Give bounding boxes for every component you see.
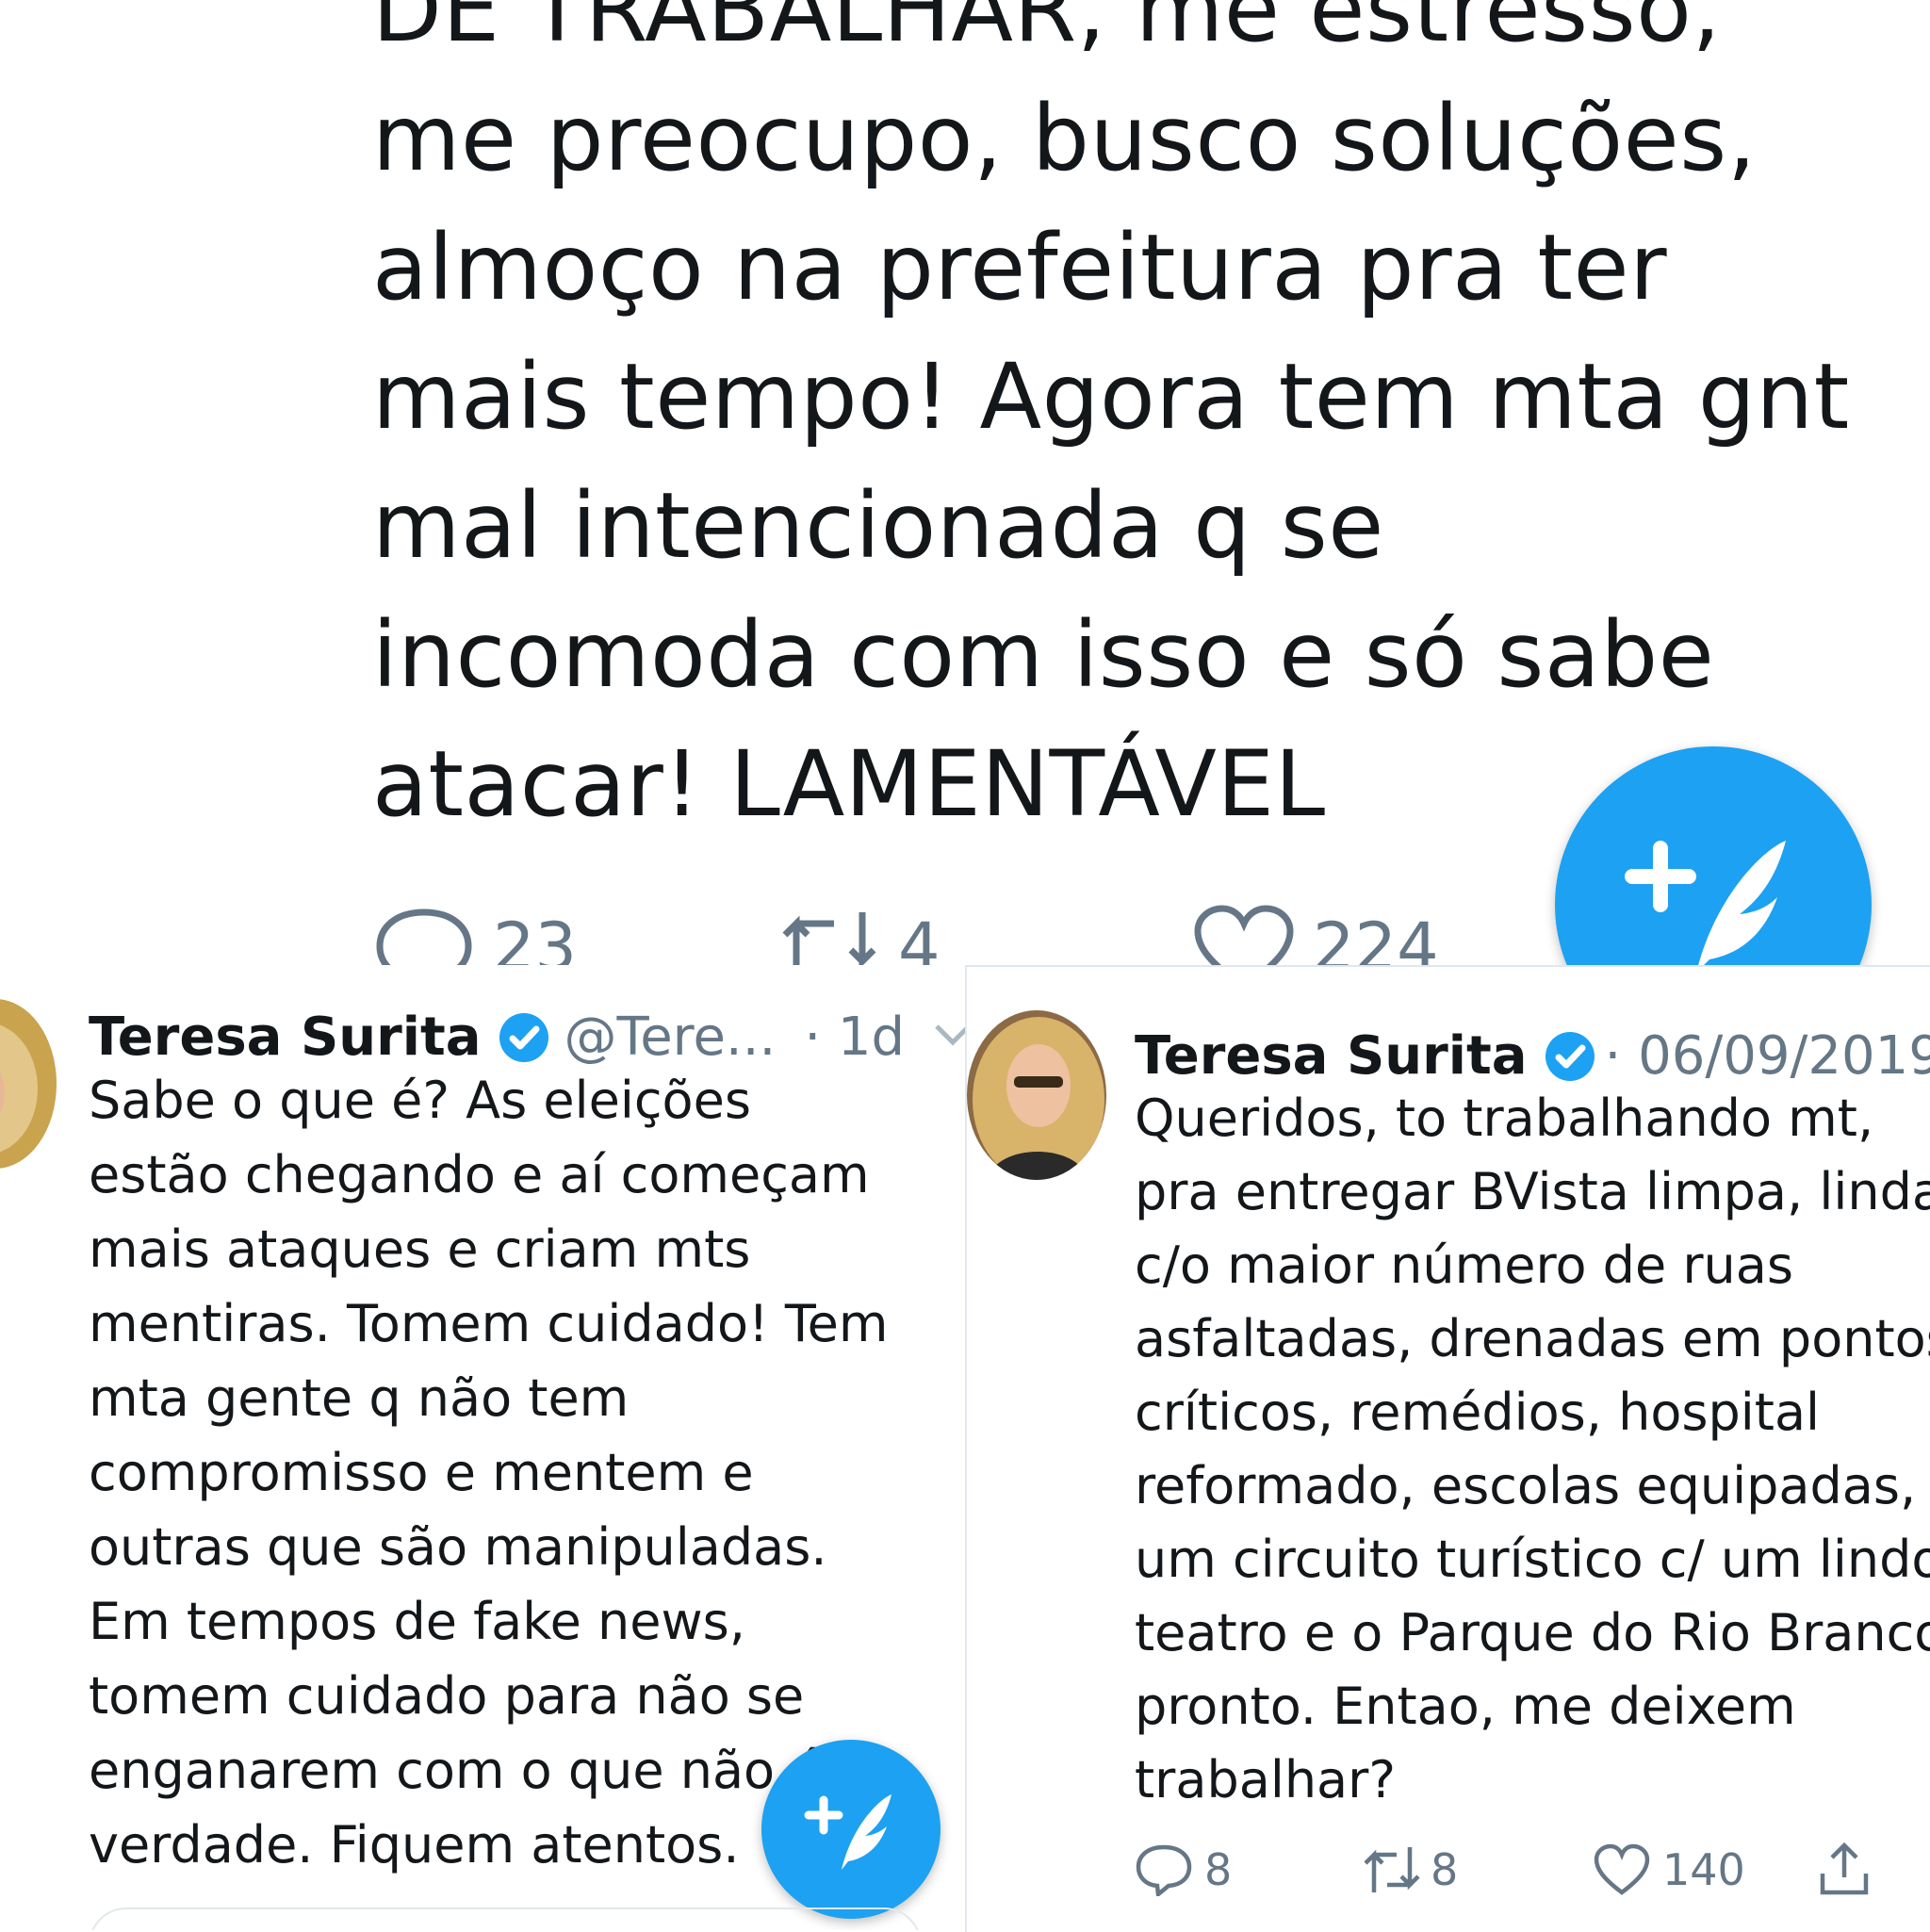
avatar[interactable] (967, 1010, 1106, 1180)
reply-icon (1136, 1844, 1192, 1896)
like-button[interactable]: 140 (1593, 1843, 1745, 1896)
author-handle[interactable]: @Tere... (564, 1007, 777, 1068)
compose-tweet-button[interactable] (1555, 746, 1872, 965)
tweet-date[interactable]: · 06/09/2019 (1605, 1025, 1930, 1087)
reply-button[interactable]: 23 (372, 905, 577, 965)
top-tweet-panel: DE TRABALHAR, me estresso, me preocupo, … (0, 0, 1930, 965)
avatar-image (967, 1010, 1106, 1180)
tweet-text: DE TRABALHAR, me estresso, me preocupo, … (372, 0, 1850, 837)
chevron-down-icon[interactable] (929, 1017, 965, 1055)
avatar[interactable] (0, 999, 57, 1169)
reply-box[interactable] (89, 1907, 922, 1930)
tweet-text: Queridos, to trabalhando mt, pra entrega… (1135, 1089, 1930, 1809)
like-icon (1194, 905, 1294, 965)
tweet-header: Teresa Surita · 06/09/2019 (1135, 1025, 1930, 1087)
verified-badge-icon (499, 1012, 548, 1062)
share-icon (1820, 1842, 1869, 1895)
share-button[interactable] (1815, 1840, 1873, 1898)
compose-tweet-button[interactable] (761, 1740, 940, 1919)
like-button[interactable]: 224 (1192, 905, 1439, 965)
like-count: 224 (1313, 909, 1439, 965)
compose-tweet-icon (804, 1794, 891, 1870)
verified-badge-icon (1545, 1031, 1595, 1081)
retweet-icon (782, 912, 876, 965)
like-icon (1594, 1843, 1650, 1895)
tweet-time[interactable]: · 1d (804, 1007, 905, 1068)
avatar-image (0, 999, 57, 1169)
compose-tweet-icon (1625, 841, 1786, 965)
reply-icon (376, 909, 472, 965)
retweet-button[interactable]: 4 (777, 905, 940, 965)
right-tweet-panel: Teresa Surita · 06/09/2019 Queridos, to … (965, 965, 1930, 1932)
like-count: 140 (1662, 1844, 1745, 1895)
reply-button[interactable]: 8 (1135, 1843, 1232, 1896)
author-name[interactable]: Teresa Surita (1135, 1025, 1528, 1087)
retweet-count: 8 (1431, 1844, 1459, 1895)
tweet-header: Teresa Surita @Tere... · 1d (89, 1007, 965, 1068)
retweet-icon (1364, 1847, 1420, 1892)
left-tweet-panel: Teresa Surita @Tere... · 1d Sabe o que é… (0, 965, 965, 1930)
reply-count: 8 (1204, 1844, 1233, 1895)
retweet-count: 4 (898, 909, 940, 965)
tweet-actions: 23 4 224 (372, 905, 1503, 965)
retweet-button[interactable]: 8 (1361, 1843, 1458, 1896)
reply-count: 23 (493, 909, 578, 965)
author-name[interactable]: Teresa Surita (89, 1007, 482, 1068)
